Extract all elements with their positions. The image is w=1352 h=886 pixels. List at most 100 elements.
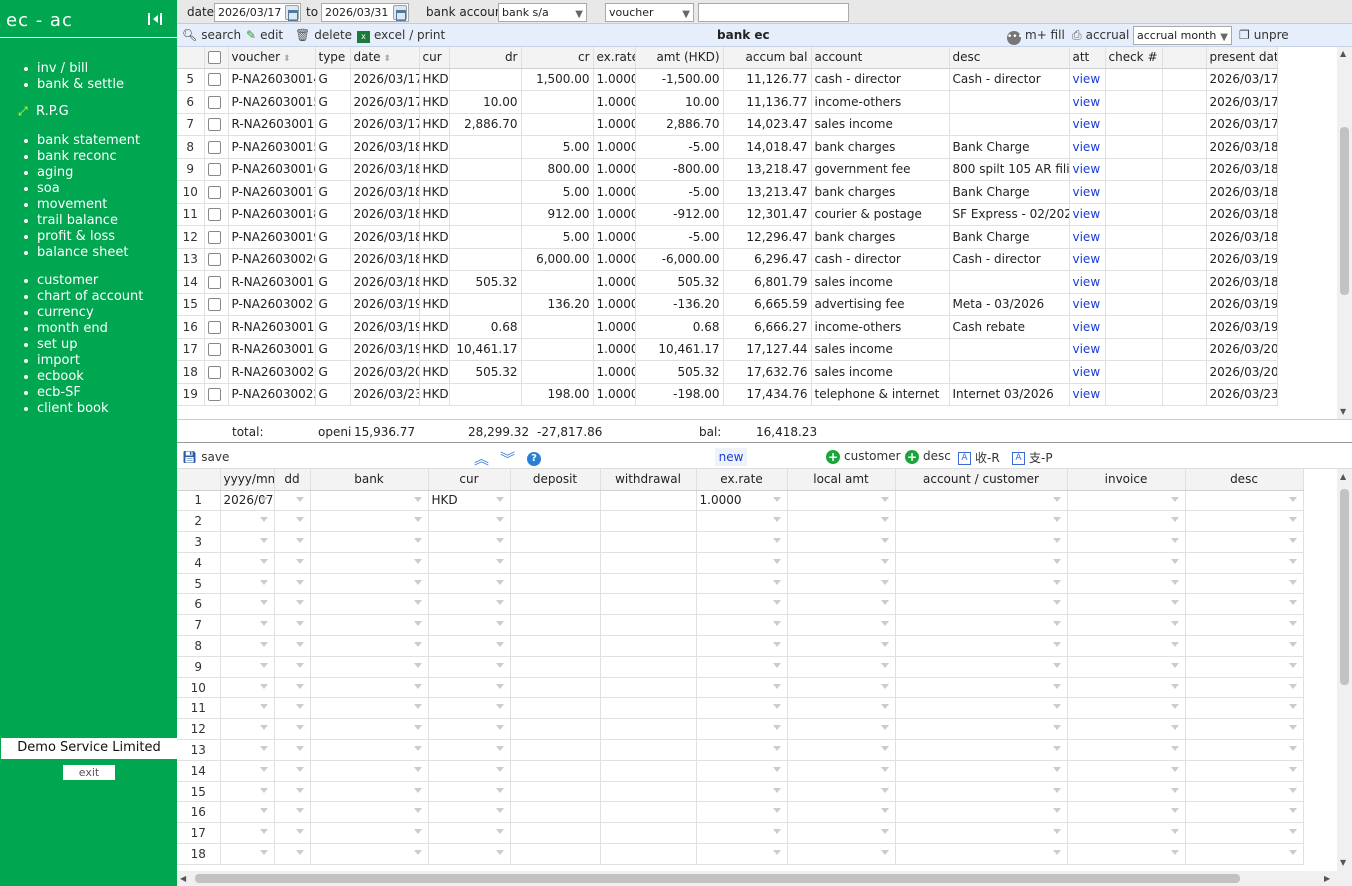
entry-row[interactable]: 16 — [177, 801, 1304, 824]
table-row[interactable]: 17 R-NA26030019 G 2026/03/19 HKD 10,461.17 1.0… — [177, 338, 1278, 361]
column-header[interactable]: date ⬍ — [350, 47, 420, 69]
add-customer-button[interactable]: + customer — [826, 449, 901, 464]
bank-account-select[interactable]: bank s/a ▼ — [498, 3, 587, 22]
chevron-down-icon[interactable] — [295, 683, 304, 689]
chevron-down-icon[interactable] — [772, 517, 781, 523]
chevron-down-icon[interactable] — [880, 662, 889, 668]
chevron-down-icon[interactable] — [772, 621, 781, 627]
entry-cell[interactable] — [428, 677, 511, 699]
chevron-down-icon[interactable] — [413, 766, 422, 772]
row-select-cell[interactable] — [204, 203, 229, 226]
entry-cell[interactable] — [1185, 801, 1304, 824]
chevron-down-icon[interactable] — [1052, 683, 1061, 689]
entry-cell[interactable] — [600, 843, 697, 865]
entry-horizontal-scrollbar[interactable]: ◀ ▶ — [177, 871, 1352, 886]
chevron-down-icon[interactable] — [413, 850, 422, 856]
entry-cell[interactable] — [310, 531, 429, 553]
chevron-down-icon[interactable] — [495, 642, 504, 648]
view-attachment-link[interactable]: view — [1069, 180, 1106, 204]
sidebar-item-bank-reconc[interactable]: bank reconc — [22, 149, 140, 165]
entry-cell[interactable] — [1185, 822, 1304, 845]
entry-cell[interactable] — [696, 697, 788, 720]
row-select-cell[interactable] — [204, 360, 229, 384]
chevron-down-icon[interactable] — [1170, 538, 1179, 544]
entry-cell[interactable] — [220, 614, 275, 637]
chevron-down-icon[interactable] — [1052, 808, 1061, 814]
help-icon[interactable]: ? — [527, 450, 541, 466]
entry-cell[interactable] — [510, 781, 601, 803]
table-row[interactable]: 14 R-NA26030017 G 2026/03/18 HKD 505.32 1.0000… — [177, 270, 1278, 294]
column-header[interactable]: dr — [449, 47, 522, 69]
row-select-cell[interactable] — [204, 158, 229, 181]
chevron-down-icon[interactable] — [772, 746, 781, 752]
entry-cell[interactable] — [310, 656, 429, 678]
column-header[interactable]: cr — [521, 47, 594, 69]
entry-cell[interactable] — [428, 822, 511, 845]
sidebar-item-ecb-sf[interactable]: ecb-SF — [22, 385, 143, 401]
entry-cell[interactable] — [600, 614, 697, 637]
payment-button[interactable]: A 支-P — [1012, 449, 1053, 466]
entry-cell[interactable] — [600, 490, 697, 512]
entry-cell[interactable] — [310, 614, 429, 637]
sidebar-item-import[interactable]: import — [22, 353, 143, 369]
entry-cell[interactable] — [1067, 677, 1186, 699]
entry-cell[interactable] — [1067, 781, 1186, 803]
chevron-down-icon[interactable] — [1288, 829, 1297, 835]
entry-cell[interactable] — [428, 843, 511, 865]
row-select-cell[interactable] — [204, 135, 229, 159]
view-attachment-link[interactable]: view — [1069, 248, 1106, 271]
entry-cell[interactable] — [510, 718, 601, 741]
entry-cell[interactable] — [1185, 510, 1304, 533]
entry-cell[interactable] — [274, 531, 311, 553]
entry-cell[interactable] — [220, 801, 275, 824]
entry-cell[interactable] — [510, 739, 601, 761]
chevron-down-icon[interactable] — [413, 600, 422, 606]
chevron-down-icon[interactable] — [495, 579, 504, 585]
entry-cell[interactable] — [274, 843, 311, 865]
entry-cell[interactable] — [510, 490, 601, 512]
save-button[interactable]: 💾︎ save — [182, 450, 229, 464]
entry-row[interactable]: 17 — [177, 822, 1304, 845]
entry-cell[interactable] — [787, 552, 896, 574]
entry-cell[interactable] — [510, 656, 601, 678]
scroll-thumb[interactable] — [1340, 127, 1349, 295]
entry-cell[interactable] — [1185, 739, 1304, 761]
entry-cell[interactable] — [787, 760, 896, 782]
entry-cell[interactable] — [274, 697, 311, 720]
row-checkbox[interactable] — [207, 388, 221, 402]
entry-row[interactable]: 7 — [177, 614, 1304, 637]
chevron-down-icon[interactable] — [495, 808, 504, 814]
entry-cell[interactable] — [220, 510, 275, 533]
entry-cell[interactable] — [310, 718, 429, 741]
row-checkbox[interactable] — [207, 163, 221, 177]
table-row[interactable]: 15 P-NA26030021 G 2026/03/19 HKD 136.20 1.0000… — [177, 293, 1278, 316]
chevron-down-icon[interactable] — [1170, 600, 1179, 606]
entry-cell[interactable] — [600, 739, 697, 761]
chevron-down-icon[interactable] — [880, 621, 889, 627]
sidebar-item-month-end[interactable]: month end — [22, 321, 143, 337]
entry-cell[interactable] — [696, 614, 788, 637]
row-checkbox[interactable] — [207, 298, 221, 312]
chevron-down-icon[interactable] — [1288, 766, 1297, 772]
chevron-down-icon[interactable] — [1170, 829, 1179, 835]
entry-cell[interactable] — [274, 739, 311, 761]
entry-cell[interactable] — [1185, 656, 1304, 678]
chevron-down-icon[interactable] — [259, 704, 268, 710]
entry-cell[interactable] — [510, 843, 601, 865]
chevron-down-icon[interactable] — [1288, 808, 1297, 814]
view-attachment-link[interactable]: view — [1069, 203, 1106, 226]
entry-cell[interactable] — [1185, 677, 1304, 699]
sidebar-item-movement[interactable]: movement — [22, 197, 140, 213]
entry-row[interactable]: 11 — [177, 697, 1304, 720]
chevron-down-icon[interactable] — [1052, 662, 1061, 668]
entry-cell[interactable] — [1067, 843, 1186, 865]
entry-cell[interactable] — [428, 801, 511, 824]
chevron-down-icon[interactable] — [1170, 787, 1179, 793]
entry-cell[interactable] — [895, 490, 1068, 512]
table-row[interactable]: 7 R-NA26030016 G 2026/03/17 HKD 2,886.70 1.000… — [177, 113, 1278, 136]
chevron-down-icon[interactable] — [1052, 704, 1061, 710]
chevron-down-icon[interactable] — [1052, 787, 1061, 793]
entry-cell[interactable] — [895, 677, 1068, 699]
entry-cell[interactable] — [787, 822, 896, 845]
row-select-cell[interactable] — [204, 270, 229, 294]
